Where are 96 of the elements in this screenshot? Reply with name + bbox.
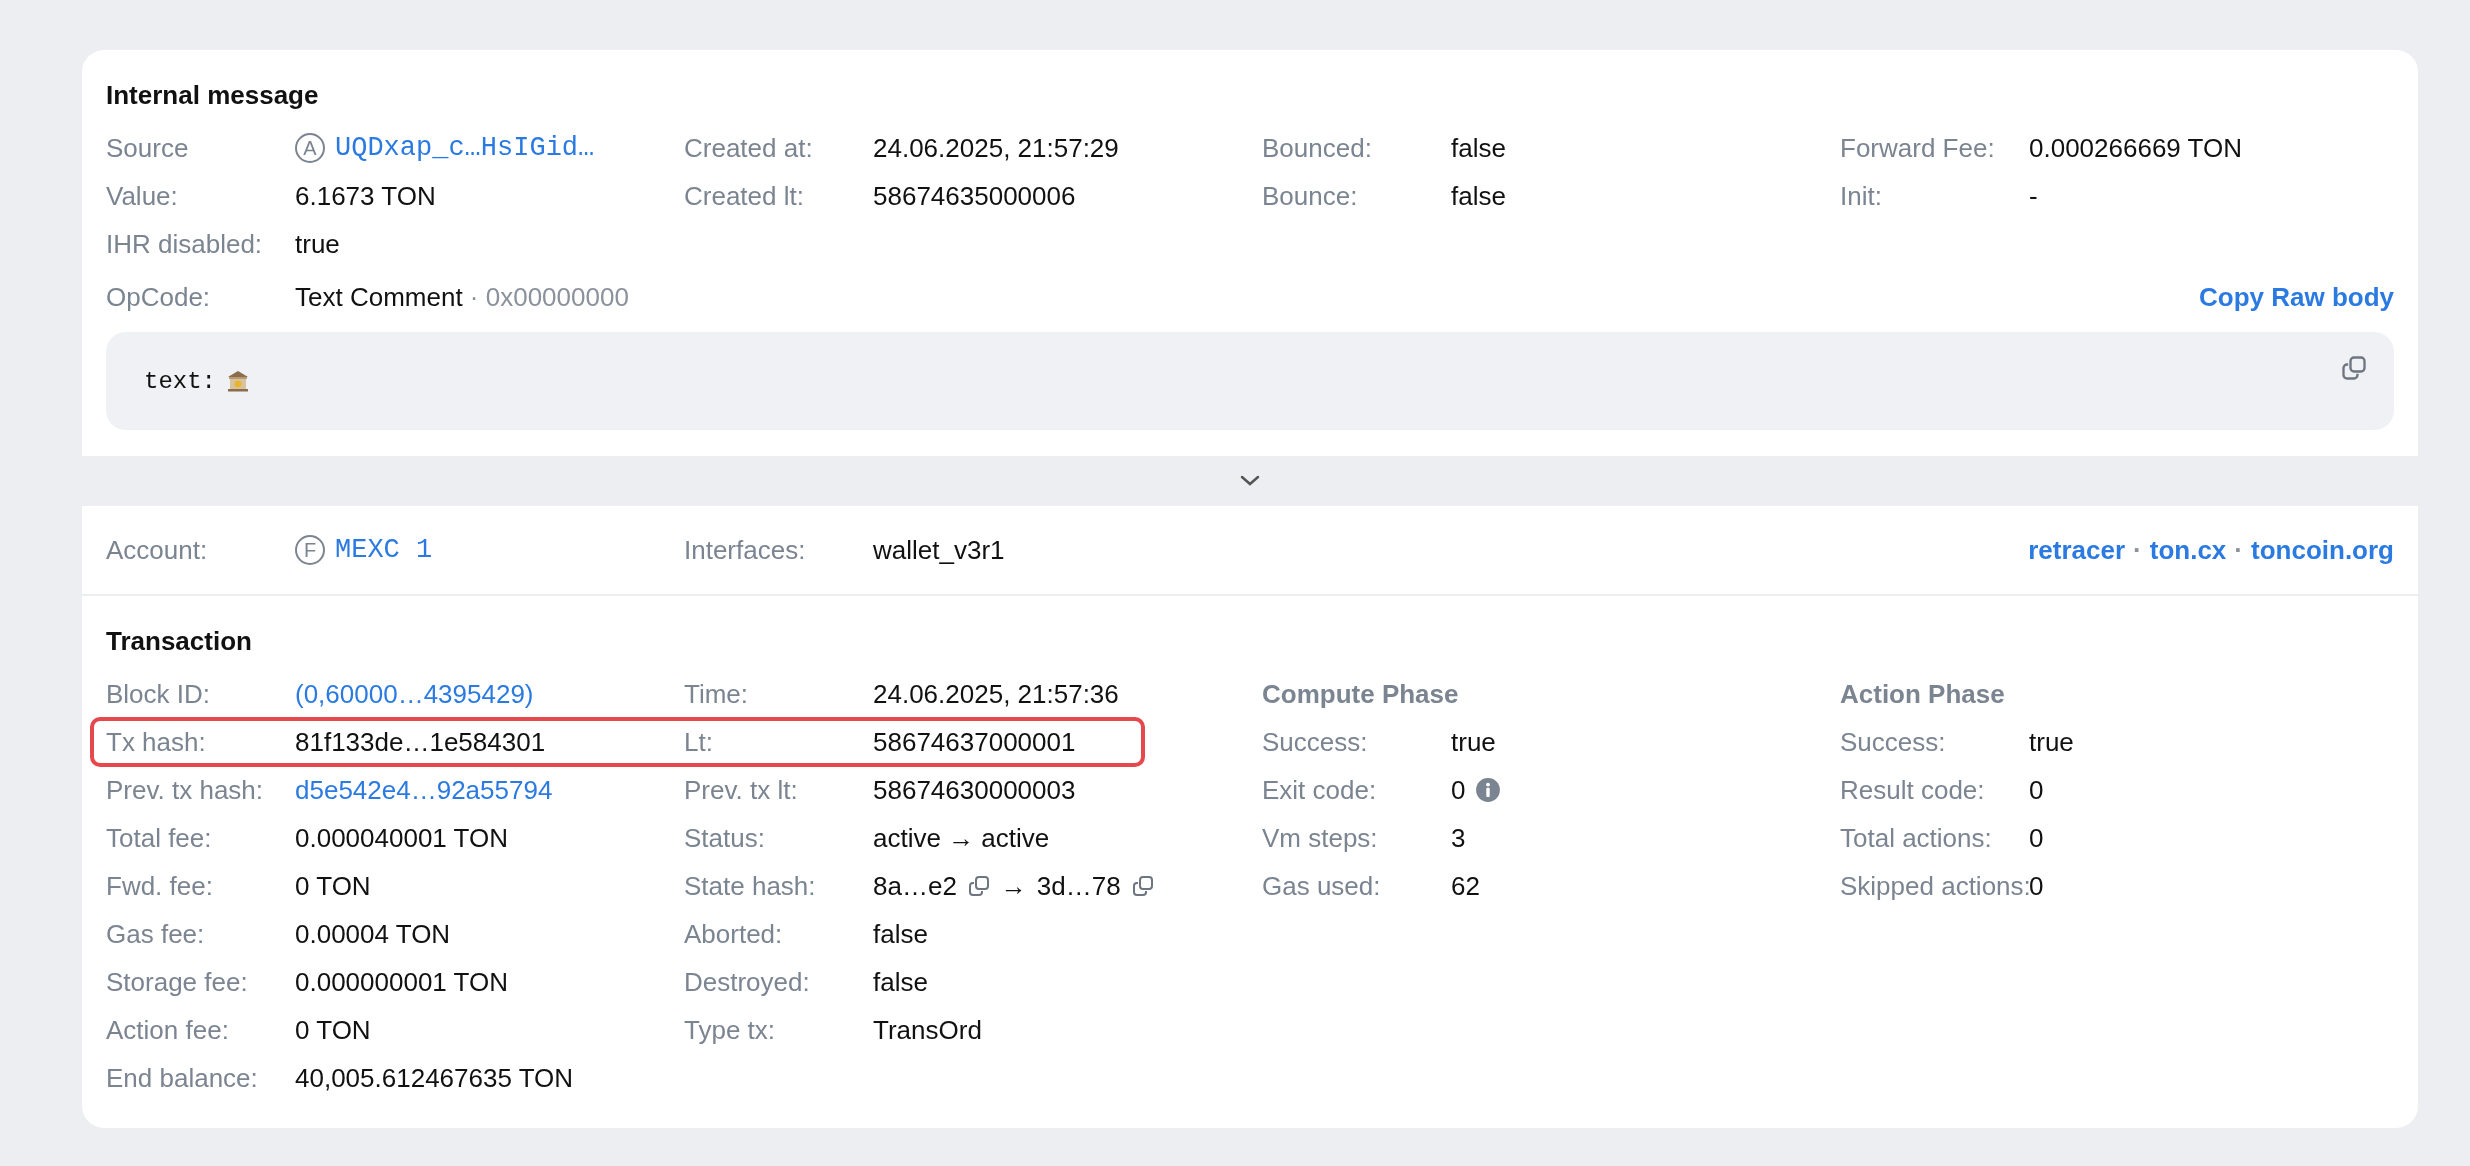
separator-dot: · [2133, 534, 2142, 566]
field-label: IHR disabled: [106, 228, 264, 260]
field-value: true [295, 228, 340, 260]
field-label: Lt: [684, 726, 714, 758]
section-heading: Compute Phase [1262, 678, 1460, 710]
address-link[interactable]: UQDxap_c…HsIGid… [335, 133, 595, 163]
field-label: End balance: [106, 1062, 259, 1094]
field-value: 0 [2029, 822, 2044, 854]
field-label: Action fee: [106, 1014, 230, 1046]
field-label: State hash: [684, 870, 817, 902]
field-value: 0.00004 TON [295, 918, 451, 950]
field-value: 6.1673 TON [295, 180, 436, 212]
field-label: OpCode: [106, 281, 212, 313]
bank-icon [226, 369, 250, 393]
field-value: 24.06.2025, 21:57:29 [873, 132, 1119, 164]
field-value: wallet_v3r1 [873, 534, 1005, 566]
field-label: Destroyed: [684, 966, 811, 998]
field-label: Gas fee: [106, 918, 206, 950]
field-value: 58674630000003 [873, 774, 1076, 806]
hash-link[interactable]: (0,60000…4395429) [295, 678, 534, 710]
field-value: 3d…78 [1036, 870, 1121, 902]
field-value: true [2029, 726, 2074, 758]
field-value: 0.000000001 TON [295, 966, 508, 998]
copy-icon[interactable] [1130, 874, 1155, 898]
field-value: false [1451, 132, 1506, 164]
field-value: TransOrd [873, 1014, 982, 1046]
section-title: Internal message [106, 79, 319, 112]
section-title: Transaction [106, 625, 252, 658]
copy-icon[interactable] [2340, 354, 2368, 382]
field-label: Tx hash: [106, 726, 207, 758]
field-value: true [1451, 726, 1496, 758]
body-text: text: [144, 367, 216, 395]
field-label: Fwd. fee: [106, 870, 214, 902]
field-label: Status: [684, 822, 766, 854]
field-value: 62 [1451, 870, 1480, 902]
field-value: Text Comment [295, 281, 463, 313]
field-value: false [873, 918, 928, 950]
explorer-link[interactable]: toncoin.org [2251, 534, 2394, 566]
field-value: 0 [2029, 870, 2044, 902]
field-value: false [1451, 180, 1506, 212]
avatar-badge: A [295, 133, 325, 163]
field-value: 0.000040001 TON [295, 822, 508, 854]
hash-link[interactable]: d5e542e4…92a55794 [295, 774, 553, 806]
copy-raw-body-link[interactable]: Copy Raw body [2199, 281, 2394, 313]
field-value: 0 [2029, 774, 2044, 806]
field-label: Success: [1262, 726, 1369, 758]
info-icon[interactable] [1475, 777, 1502, 803]
field-value: 58674637000001 [873, 726, 1076, 758]
field-label: Total fee: [106, 822, 213, 854]
field-label: Total actions: [1840, 822, 1993, 854]
field-label: Created at: [684, 132, 814, 164]
explorer-link[interactable]: retracer [2028, 534, 2126, 566]
field-label: Prev. tx lt: [684, 774, 799, 806]
field-value: false [873, 966, 928, 998]
avatar-badge: F [295, 535, 325, 565]
field-label: Skipped actions: [1840, 870, 2029, 902]
field-label: Created lt: [684, 180, 805, 212]
field-value: active → active [873, 822, 1050, 854]
opcode-value: · 0x00000000 [469, 281, 629, 313]
field-label: Init: [1840, 180, 1883, 212]
field-label: Account: [106, 534, 209, 566]
explorer-link[interactable]: ton.cx [2149, 534, 2227, 566]
field-value: 0 [1451, 774, 1466, 806]
field-label: Time: [684, 678, 750, 710]
field-label: Bounced: [1262, 132, 1373, 164]
field-label: Gas used: [1262, 870, 1382, 902]
field-label: Prev. tx hash: [106, 774, 265, 806]
field-label: Success: [1840, 726, 1947, 758]
field-label: Aborted: [684, 918, 784, 950]
field-label: Bounce: [1262, 180, 1359, 212]
field-label: Forward Fee: [1840, 132, 1996, 164]
field-value: 40,005.612467635 TON [295, 1062, 574, 1094]
field-value: 0 TON [295, 1014, 371, 1046]
field-value: - [2029, 180, 2038, 212]
field-value: 81f133de…1e584301 [295, 726, 546, 758]
field-label: Result code: [1840, 774, 1986, 806]
field-label: Source [106, 132, 190, 164]
field-label: Vm steps: [1262, 822, 1379, 854]
section-heading: Action Phase [1840, 678, 2006, 710]
field-value: 0 TON [295, 870, 371, 902]
field-value: 58674635000006 [873, 180, 1076, 212]
account-link[interactable]: MEXC 1 [335, 535, 433, 565]
field-label: Block ID: [106, 678, 212, 710]
field-value: 8a…e2 [873, 870, 957, 902]
separator-dot: · [2234, 534, 2243, 566]
field-label: Exit code: [1262, 774, 1378, 806]
copy-icon[interactable] [966, 874, 991, 898]
chevron-down-icon[interactable] [1238, 474, 1262, 488]
field-value: 24.06.2025, 21:57:36 [873, 678, 1119, 710]
field-label: Interfaces: [684, 534, 807, 566]
field-value: 3 [1451, 822, 1466, 854]
arrow-text: → [1000, 870, 1027, 902]
field-label: Type tx: [684, 1014, 777, 1046]
field-value: 0.000266669 TON [2029, 132, 2242, 164]
field-label: Storage fee: [106, 966, 249, 998]
field-label: Value: [106, 180, 179, 212]
